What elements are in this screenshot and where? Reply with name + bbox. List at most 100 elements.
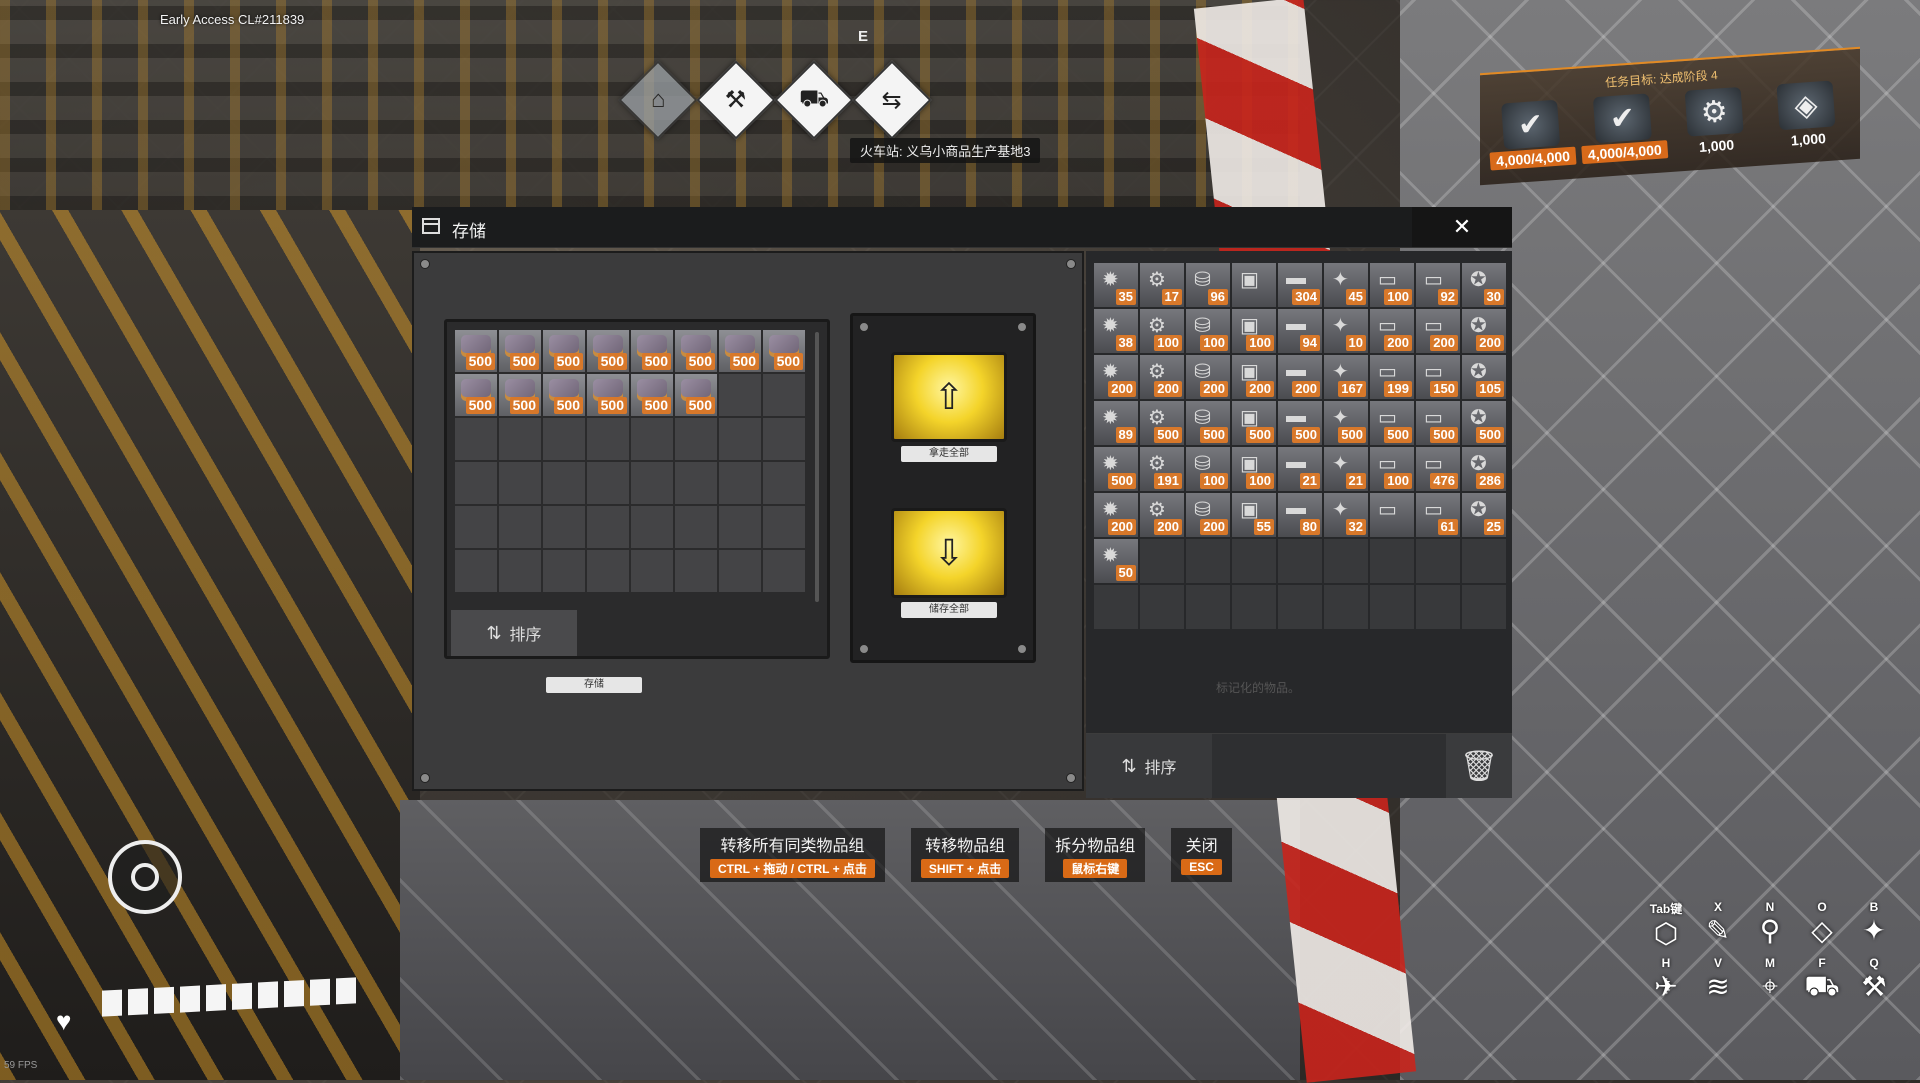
storage-slot[interactable] [763, 550, 805, 592]
inventory-slot[interactable]: ⚙ 17 [1140, 263, 1184, 307]
inventory-slot[interactable]: ✪ 30 [1462, 263, 1506, 307]
storage-slot[interactable] [631, 550, 673, 592]
inventory-slot[interactable]: ✹ 35 [1094, 263, 1138, 307]
inventory-slot[interactable]: ⚙ 191 [1140, 447, 1184, 491]
train-station-icon[interactable]: ⛟ [774, 60, 854, 140]
inventory-sort-button[interactable]: ⇅ 排序 [1086, 734, 1212, 798]
home-icon[interactable]: ⌂ [618, 60, 698, 140]
inventory-slot[interactable] [1416, 539, 1460, 583]
inventory-slot[interactable] [1278, 539, 1322, 583]
storage-slot[interactable] [587, 418, 629, 460]
hotkey-button[interactable]: V ≋ [1692, 956, 1744, 1006]
inventory-slot[interactable] [1370, 539, 1414, 583]
hotkey-button[interactable]: Tab键 ⬡ [1640, 900, 1692, 950]
storage-slot[interactable] [455, 506, 497, 548]
inventory-slot[interactable]: ✹ 500 [1094, 447, 1138, 491]
hotkey-button[interactable]: F ⛟ [1796, 956, 1848, 1006]
hotkey-button[interactable]: Q ⚒ [1848, 956, 1900, 1006]
inventory-slot[interactable]: ⛁ 200 [1186, 355, 1230, 399]
inventory-slot[interactable] [1324, 585, 1368, 629]
storage-slot[interactable] [543, 462, 585, 504]
storage-slot[interactable] [763, 462, 805, 504]
inventory-slot[interactable]: ✦ 10 [1324, 309, 1368, 353]
inventory-slot[interactable]: ▭ 92 [1416, 263, 1460, 307]
storage-slot[interactable] [499, 506, 541, 548]
storage-slot[interactable]: 500 [499, 330, 541, 372]
inventory-slot[interactable]: ▣ 200 [1232, 355, 1276, 399]
inventory-slot[interactable] [1324, 539, 1368, 583]
inventory-slot[interactable] [1186, 585, 1230, 629]
storage-slot[interactable] [631, 462, 673, 504]
hotkey-button[interactable]: M ⌖ [1744, 956, 1796, 1006]
storage-slot[interactable] [675, 550, 717, 592]
storage-sort-button[interactable]: ⇅ 排序 [451, 610, 577, 656]
inventory-slot[interactable]: ▣ 500 [1232, 401, 1276, 445]
storage-slot[interactable] [631, 506, 673, 548]
storage-slot[interactable] [543, 550, 585, 592]
storage-slot[interactable] [675, 506, 717, 548]
inventory-slot[interactable]: ✪ 200 [1462, 309, 1506, 353]
inventory-slot[interactable]: ✦ 500 [1324, 401, 1368, 445]
inventory-slot[interactable] [1140, 585, 1184, 629]
inventory-slot[interactable] [1462, 585, 1506, 629]
store-all-button[interactable]: ⇩ [891, 508, 1007, 598]
inventory-slot[interactable]: ▣ 55 [1232, 493, 1276, 537]
take-all-button[interactable]: ⇧ [891, 352, 1007, 442]
inventory-slot[interactable]: ✹ 50 [1094, 539, 1138, 583]
storage-slot[interactable]: 500 [631, 374, 673, 416]
storage-slot[interactable] [455, 418, 497, 460]
storage-slot[interactable]: 500 [763, 330, 805, 372]
inventory-slot[interactable]: ▣ [1232, 263, 1276, 307]
storage-slot[interactable] [455, 550, 497, 592]
storage-slot[interactable] [675, 462, 717, 504]
storage-slot[interactable] [719, 550, 761, 592]
inventory-slot[interactable]: ✹ 38 [1094, 309, 1138, 353]
inventory-slot[interactable]: ▭ 500 [1370, 401, 1414, 445]
inventory-slot[interactable]: ▭ 199 [1370, 355, 1414, 399]
inventory-slot[interactable]: ▭ 61 [1416, 493, 1460, 537]
inventory-slot[interactable]: ✹ 200 [1094, 355, 1138, 399]
storage-slot[interactable] [763, 506, 805, 548]
storage-slot[interactable]: 500 [543, 374, 585, 416]
storage-slot[interactable]: 500 [631, 330, 673, 372]
storage-slot[interactable] [719, 418, 761, 460]
inventory-slot[interactable]: ✪ 105 [1462, 355, 1506, 399]
inventory-slot[interactable]: ▭ [1370, 493, 1414, 537]
storage-slot[interactable]: 500 [719, 330, 761, 372]
inventory-slot[interactable] [1140, 539, 1184, 583]
storage-slot[interactable] [587, 462, 629, 504]
inventory-slot[interactable]: ▭ 100 [1370, 263, 1414, 307]
storage-slot[interactable] [455, 462, 497, 504]
storage-slot[interactable] [499, 462, 541, 504]
storage-slot[interactable]: 500 [455, 374, 497, 416]
hotkey-button[interactable]: H ✈ [1640, 956, 1692, 1006]
inventory-slot[interactable]: ▭ 500 [1416, 401, 1460, 445]
storage-slot[interactable] [499, 550, 541, 592]
inventory-slot[interactable] [1278, 585, 1322, 629]
inventory-slot[interactable]: ⚙ 500 [1140, 401, 1184, 445]
inventory-slot[interactable]: ⚙ 200 [1140, 355, 1184, 399]
inventory-slot[interactable] [1232, 585, 1276, 629]
inventory-slot[interactable]: ▣ 100 [1232, 447, 1276, 491]
storage-slot[interactable] [719, 506, 761, 548]
storage-slot[interactable] [587, 550, 629, 592]
storage-slot[interactable]: 500 [455, 330, 497, 372]
inventory-slot[interactable]: ▣ 100 [1232, 309, 1276, 353]
inventory-slot[interactable]: ▬ 200 [1278, 355, 1322, 399]
inventory-slot[interactable]: ✪ 25 [1462, 493, 1506, 537]
storage-slot[interactable]: 500 [543, 330, 585, 372]
inventory-slot[interactable]: ▬ 94 [1278, 309, 1322, 353]
inventory-slot[interactable]: ▬ 80 [1278, 493, 1322, 537]
inventory-slot[interactable]: ⛁ 96 [1186, 263, 1230, 307]
inventory-slot[interactable]: ⛁ 200 [1186, 493, 1230, 537]
hotkey-button[interactable]: O ◇ [1796, 900, 1848, 950]
storage-slot[interactable]: 500 [675, 374, 717, 416]
inventory-slot[interactable]: ▬ 21 [1278, 447, 1322, 491]
storage-slot[interactable] [499, 418, 541, 460]
storage-slot[interactable] [763, 418, 805, 460]
route-icon[interactable]: ⇆ [852, 60, 932, 140]
inventory-slot[interactable]: ✦ 21 [1324, 447, 1368, 491]
inventory-slot[interactable] [1186, 539, 1230, 583]
trash-icon[interactable]: 🗑 [1446, 734, 1512, 798]
inventory-slot[interactable]: ▬ 304 [1278, 263, 1322, 307]
